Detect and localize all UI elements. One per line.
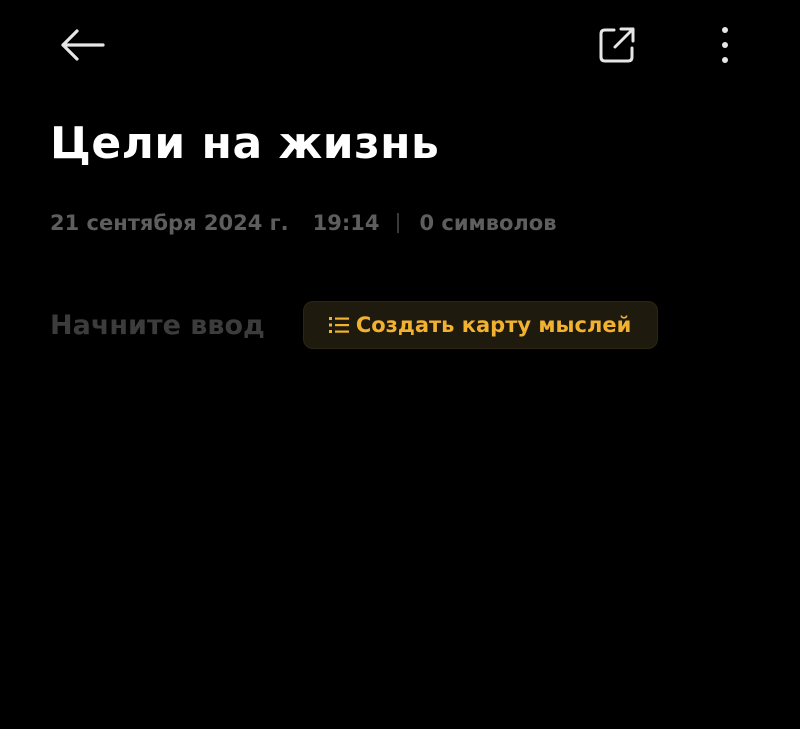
open-external-button[interactable]	[590, 22, 644, 68]
create-mindmap-label: Создать карту мыслей	[355, 313, 632, 337]
meta-divider	[397, 213, 400, 233]
top-toolbar	[0, 0, 800, 90]
list-icon	[328, 317, 349, 333]
more-vertical-icon	[722, 27, 728, 63]
char-count: 0 символов	[419, 211, 557, 235]
more-options-button[interactable]	[704, 20, 746, 70]
note-title[interactable]: Цели на жизнь	[50, 118, 439, 169]
editor-row: Начните ввод Создать карту мыслей	[50, 300, 659, 350]
note-time: 19:14	[312, 211, 380, 235]
open-external-icon	[599, 27, 635, 63]
arrow-left-icon	[61, 29, 105, 61]
back-button[interactable]	[52, 22, 112, 68]
create-mindmap-button[interactable]: Создать карту мыслей	[302, 301, 659, 349]
note-date: 21 сентября 2024 г.	[50, 211, 289, 235]
note-meta: 21 сентября 2024 г. 19:14 0 символов	[50, 208, 557, 238]
editor-placeholder[interactable]: Начните ввод	[50, 310, 265, 341]
